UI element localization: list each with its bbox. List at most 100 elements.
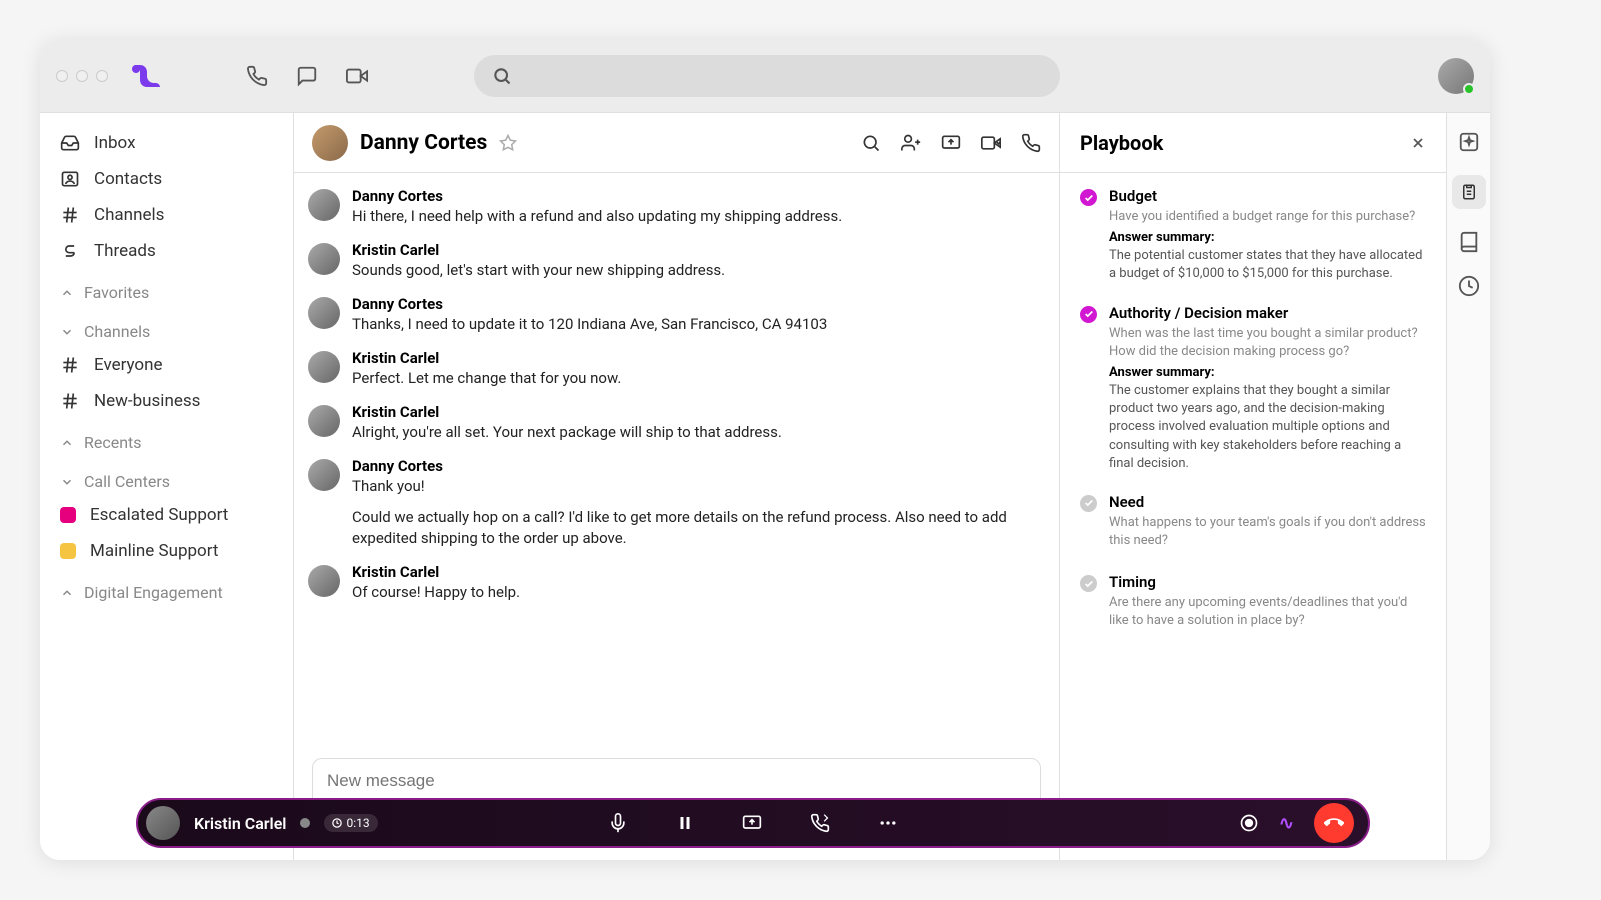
add-person-icon[interactable]	[901, 133, 921, 153]
message-group: Kristin CarlelPerfect. Let me change tha…	[308, 349, 1027, 389]
section-recents[interactable]: Recents	[40, 419, 293, 458]
message-text: Thanks, I need to update it to 120 India…	[352, 314, 1027, 335]
share-screen-icon[interactable]	[742, 813, 762, 833]
clipboard-icon[interactable]	[1452, 175, 1486, 209]
minimize-window[interactable]	[76, 70, 88, 82]
playbook-answer-label: Answer summary:	[1109, 365, 1426, 380]
maximize-window[interactable]	[96, 70, 108, 82]
sparkle-icon[interactable]	[1458, 131, 1480, 153]
transfer-icon[interactable]	[810, 813, 830, 833]
chevron-down-icon	[60, 475, 74, 489]
playbook-prompt: Are there any upcoming events/deadlines …	[1109, 594, 1426, 630]
status-online-icon	[1463, 83, 1475, 95]
playbook-header: Playbook	[1060, 113, 1446, 173]
sidebar: Inbox Contacts Channels Threads Favorite…	[40, 113, 294, 860]
clock-icon	[332, 818, 342, 828]
nav-label: Contacts	[94, 169, 162, 189]
message-text: Alright, you're all set. Your next packa…	[352, 422, 1027, 443]
nav-inbox[interactable]: Inbox	[40, 125, 293, 161]
call-right: ∿	[1239, 803, 1354, 843]
color-chip	[60, 543, 76, 559]
channel-label: New-business	[94, 391, 200, 411]
playbook-item[interactable]: NeedWhat happens to your team's goals if…	[1080, 493, 1426, 553]
messages-list: Danny CortesHi there, I need help with a…	[294, 173, 1059, 758]
message-text: Perfect. Let me change that for you now.	[352, 368, 1027, 389]
message-group: Kristin CarlelAlright, you're all set. Y…	[308, 403, 1027, 443]
hangup-icon	[1324, 813, 1344, 833]
hash-icon	[60, 205, 80, 225]
star-icon[interactable]	[499, 134, 517, 152]
message-avatar	[308, 405, 340, 437]
section-digital[interactable]: Digital Engagement	[40, 569, 293, 608]
section-channels[interactable]: Channels	[40, 308, 293, 347]
check-pending-icon	[1080, 575, 1097, 592]
callcenter-label: Escalated Support	[90, 505, 228, 525]
playbook-item[interactable]: Authority / Decision makerWhen was the l…	[1080, 304, 1426, 473]
message-sender: Kristin Carlel	[352, 349, 1027, 367]
chat-header: Danny Cortes	[294, 113, 1059, 173]
phone-icon[interactable]	[246, 65, 268, 87]
callcenter-mainline[interactable]: Mainline Support	[40, 533, 293, 569]
playbook-body: BudgetHave you identified a budget range…	[1060, 173, 1446, 668]
nav-threads[interactable]: Threads	[40, 233, 293, 269]
app-logo	[132, 65, 160, 87]
message-text: Hi there, I need help with a refund and …	[352, 206, 1027, 227]
search-bar[interactable]	[474, 55, 1060, 97]
message-text: Of course! Happy to help.	[352, 582, 1027, 603]
history-icon[interactable]	[1458, 275, 1480, 297]
nav-channels[interactable]: Channels	[40, 197, 293, 233]
playbook-answer-label: Answer summary:	[1109, 230, 1426, 245]
playbook-prompt: When was the last time you bought a simi…	[1109, 325, 1426, 361]
search-icon	[492, 66, 512, 86]
close-icon[interactable]	[1410, 135, 1426, 151]
contact-avatar[interactable]	[312, 125, 348, 161]
book-icon[interactable]	[1458, 231, 1480, 253]
call-controls	[608, 813, 898, 833]
phone-dropdown-icon[interactable]	[1021, 133, 1041, 153]
chevron-down-icon	[60, 325, 74, 339]
playbook-item-title: Timing	[1109, 573, 1426, 591]
call-avatar[interactable]	[146, 806, 180, 840]
playbook-item[interactable]: Timing Are there any upcoming events/dead…	[1080, 573, 1426, 633]
channel-everyone[interactable]: Everyone	[40, 347, 293, 383]
user-avatar[interactable]	[1438, 58, 1474, 94]
callcenter-label: Mainline Support	[90, 541, 219, 561]
channel-label: Everyone	[94, 355, 163, 375]
video-call-icon[interactable]	[981, 133, 1001, 153]
screen-share-icon[interactable]	[941, 133, 961, 153]
playbook-item[interactable]: BudgetHave you identified a budget range…	[1080, 187, 1426, 284]
message-sender: Kristin Carlel	[352, 403, 1027, 421]
more-icon[interactable]	[878, 813, 898, 833]
check-done-icon	[1080, 306, 1097, 323]
channel-new-business[interactable]: New-business	[40, 383, 293, 419]
search-input[interactable]	[520, 69, 1042, 84]
ai-icon[interactable]: ∿	[1279, 813, 1294, 834]
chat-icon[interactable]	[296, 65, 318, 87]
mic-icon[interactable]	[608, 813, 628, 833]
pause-icon[interactable]	[676, 814, 694, 832]
search-icon[interactable]	[861, 133, 881, 153]
section-favorites[interactable]: Favorites	[40, 269, 293, 308]
playbook-title: Playbook	[1080, 131, 1163, 155]
playbook-prompt: Have you identified a budget range for t…	[1109, 208, 1426, 226]
message-text: Thank you!	[352, 476, 1027, 497]
video-icon[interactable]	[346, 65, 368, 87]
chat-pane: Danny Cortes Danny CortesHi there, I nee…	[294, 113, 1060, 860]
nav-contacts[interactable]: Contacts	[40, 161, 293, 197]
message-input[interactable]	[327, 771, 1026, 791]
message-group: Kristin CarlelSounds good, let's start w…	[308, 241, 1027, 281]
playbook-item-title: Need	[1109, 493, 1426, 511]
message-sender: Danny Cortes	[352, 187, 1027, 205]
app-window: Inbox Contacts Channels Threads Favorite…	[40, 40, 1490, 860]
chat-actions	[861, 133, 1041, 153]
check-done-icon	[1080, 189, 1097, 206]
section-callcenters[interactable]: Call Centers	[40, 458, 293, 497]
close-window[interactable]	[56, 70, 68, 82]
hangup-button[interactable]	[1314, 803, 1354, 843]
message-avatar	[308, 297, 340, 329]
callcenter-escalated[interactable]: Escalated Support	[40, 497, 293, 533]
record-icon[interactable]	[1239, 813, 1259, 833]
message-group: Kristin CarlelOf course! Happy to help.	[308, 563, 1027, 603]
window-controls	[56, 70, 108, 82]
contact-name: Danny Cortes	[360, 131, 487, 155]
